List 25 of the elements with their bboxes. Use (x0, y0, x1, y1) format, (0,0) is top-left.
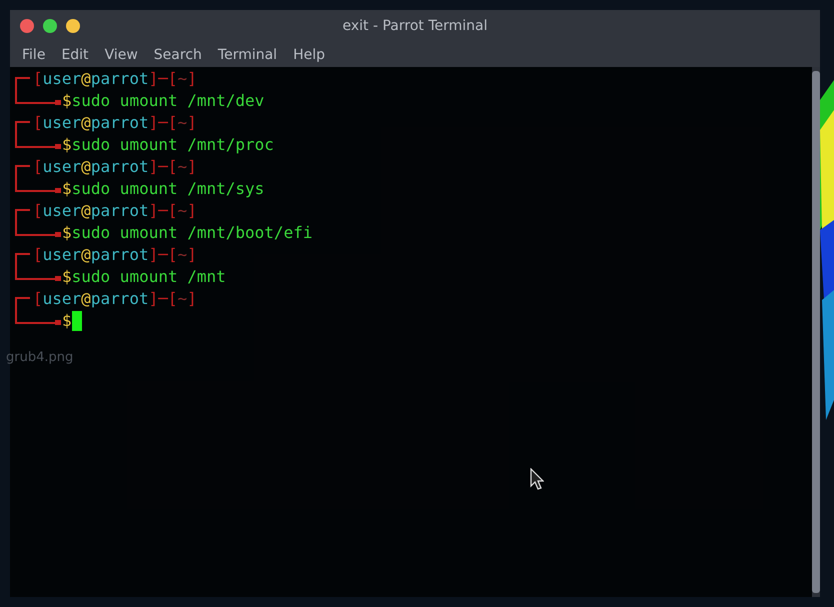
prompt-line: [user@parrot]─[~] (33, 200, 197, 222)
mouse-pointer-icon (530, 468, 544, 490)
prompt-line: [user@parrot]─[~] (33, 68, 197, 90)
command-line: $sudo umount /mnt/sys (62, 178, 264, 200)
command-line: $sudo umount /mnt/boot/efi (62, 222, 312, 244)
menu-item[interactable]: File (14, 44, 54, 64)
window-button[interactable] (66, 19, 80, 33)
prompt-line: [user@parrot]─[~] (33, 156, 197, 178)
command-line: $sudo umount /mnt/proc (62, 134, 274, 156)
menu-item[interactable]: Help (285, 44, 333, 64)
prompt-line: [user@parrot]─[~] (33, 112, 197, 134)
menu-item[interactable]: View (96, 44, 146, 64)
window-button[interactable] (43, 19, 57, 33)
prompt-line: [user@parrot]─[~] (33, 244, 197, 266)
command-line: $sudo umount /mnt (62, 266, 226, 288)
text-cursor (72, 311, 82, 331)
menu-item[interactable]: Search (146, 44, 210, 64)
prompt-symbol: $ (62, 310, 72, 332)
window-title: exit - Parrot Terminal (342, 18, 488, 34)
window-button[interactable] (20, 19, 34, 33)
command-line: $sudo umount /mnt/dev (62, 90, 264, 112)
menu-item[interactable]: Terminal (210, 44, 286, 64)
scrollbar[interactable] (812, 67, 820, 597)
prompt-line: [user@parrot]─[~] (33, 288, 197, 310)
menu-item[interactable]: Edit (53, 44, 97, 64)
